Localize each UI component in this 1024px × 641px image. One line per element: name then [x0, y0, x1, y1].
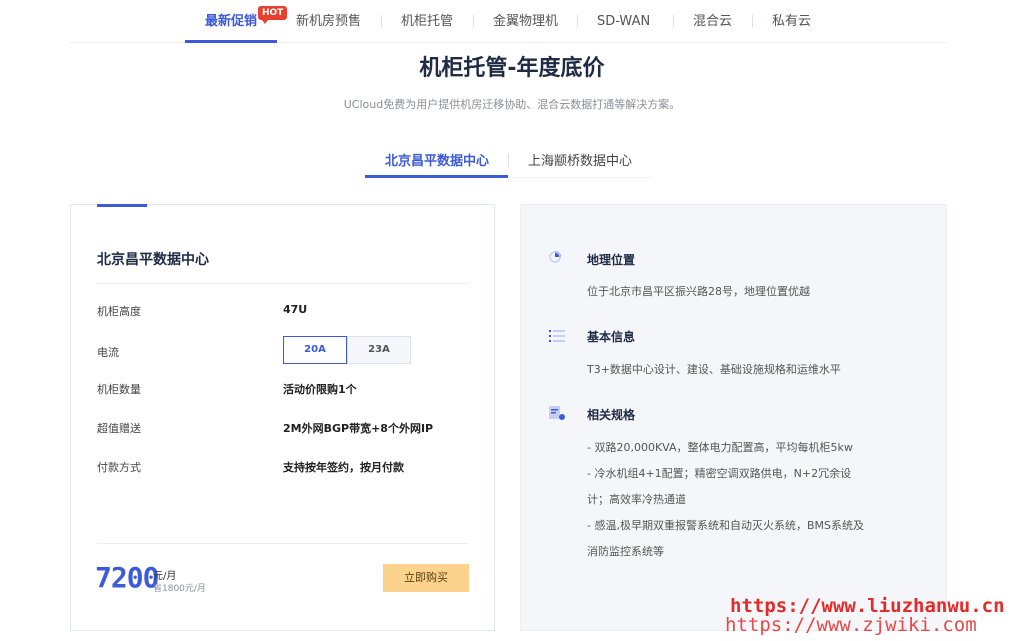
page-subtitle: UCloud免费为用户提供机房迁移协助、混合云数据打通等解决方案。: [343, 98, 681, 111]
card-accent-bar: [97, 204, 147, 207]
current-option-23a[interactable]: 23A: [347, 336, 411, 364]
tab-separator: [508, 154, 509, 168]
tab-shanghai-zhuanqiao[interactable]: 上海颛桥数据中心: [528, 150, 632, 169]
nav-item-presale[interactable]: 新机房预售: [296, 13, 361, 31]
hot-badge: HOT: [258, 6, 288, 24]
card-divider: [97, 543, 468, 544]
nav-separator: [752, 15, 753, 27]
nav-item-bare-metal[interactable]: 金翼物理机: [493, 13, 558, 31]
watermark: https://www.zjwiki.com: [725, 614, 977, 636]
price-saving: 省1800元/月: [153, 584, 206, 594]
list-icon: [547, 327, 567, 345]
tab-beijing-changping[interactable]: 北京昌平数据中心: [385, 150, 489, 169]
payment-value: 支持按年签约，按月付款: [283, 461, 404, 474]
spec-line: - 冷水机组4+1配置；精密空调双路供电，N+2冗余设: [587, 467, 852, 480]
basic-info-title: 基本信息: [587, 330, 636, 344]
basic-info-text: T3+数据中心设计、建设、基础设施规格和运维水平: [587, 363, 841, 376]
current-label: 电流: [97, 346, 119, 359]
card-title: 北京昌平数据中心: [97, 252, 209, 268]
location-icon: [547, 249, 567, 267]
gift-value: 2M外网BGP带宽+8个外网IP: [283, 422, 434, 435]
nav-item-private-cloud[interactable]: 私有云: [772, 13, 811, 31]
top-nav: 最新促销 HOT 新机房预售 机柜托管 金翼物理机 SD-WAN 混合云 私有云: [70, 0, 947, 43]
cabinet-count-value: 活动价限购1个: [283, 383, 357, 396]
nav-separator: [577, 15, 578, 27]
nav-active-underline: [185, 40, 277, 43]
price-unit: 元/月: [153, 571, 177, 582]
location-title: 地理位置: [587, 253, 636, 267]
nav-separator: [673, 15, 674, 27]
info-panel: 地理位置 位于北京市昌平区振兴路28号，地理位置优越 基本信息 T3+数据中心设…: [520, 204, 947, 631]
buy-now-button[interactable]: 立即购买: [383, 564, 469, 592]
nav-item-sdwan[interactable]: SD-WAN: [597, 13, 650, 31]
spec-line: - 感温,极早期双重报警系统和自动灭火系统，BMS系统及: [587, 519, 864, 532]
gift-label: 超值赠送: [97, 422, 141, 435]
spec-list: - 双路20,000KVA，整体电力配置高，平均每机柜5kw - 冷水机组4+1…: [587, 435, 927, 565]
spec-icon: [547, 404, 567, 422]
spec-line: - 双路20,000KVA，整体电力配置高，平均每机柜5kw: [587, 441, 853, 454]
product-card: 北京昌平数据中心 机柜高度 47U 电流 20A 23A 机柜数量 活动价限购1…: [70, 204, 495, 631]
nav-separator: [381, 15, 382, 27]
card-divider: [97, 283, 468, 284]
spec-line: 计；高效率冷热通道: [587, 493, 686, 506]
nav-item-promotion[interactable]: 最新促销: [205, 13, 257, 31]
location-text: 位于北京市昌平区振兴路28号，地理位置优越: [587, 285, 810, 298]
spec-line: 消防监控系统等: [587, 545, 664, 558]
nav-separator: [473, 15, 474, 27]
current-option-20a[interactable]: 20A: [283, 336, 347, 364]
nav-item-hybrid-cloud[interactable]: 混合云: [693, 13, 732, 31]
price-value: 7200: [95, 561, 159, 594]
cabinet-height-label: 机柜高度: [97, 305, 141, 318]
page-title: 机柜托管-年度底价: [419, 56, 605, 81]
cabinet-height-value: 47U: [283, 303, 308, 316]
tab-active-underline: [365, 175, 508, 178]
datacenter-tabs: 北京昌平数据中心 上海颛桥数据中心: [365, 144, 651, 178]
cabinet-count-label: 机柜数量: [97, 383, 141, 396]
payment-label: 付款方式: [97, 461, 141, 474]
nav-item-colocation[interactable]: 机柜托管: [401, 13, 453, 31]
spec-title: 相关规格: [587, 408, 636, 422]
